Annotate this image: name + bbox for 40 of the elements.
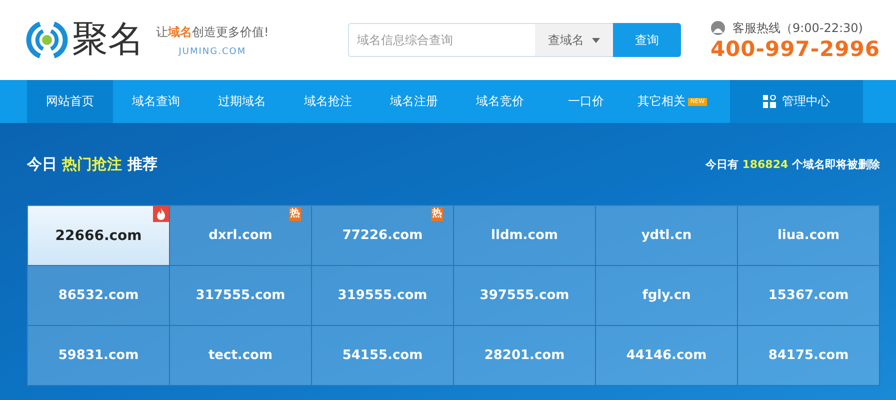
- domain-tile[interactable]: dxrl.com 热: [170, 206, 312, 266]
- slogan: 让域名创造更多价值!: [156, 24, 269, 40]
- domain-tile[interactable]: 86532.com: [28, 266, 170, 326]
- domain-tile[interactable]: 84175.com: [738, 326, 880, 386]
- domain-tile[interactable]: ydtl.cn: [596, 206, 738, 266]
- nav-tab[interactable]: 过期域名: [199, 80, 285, 123]
- type-dropdown[interactable]: 查域名: [535, 23, 613, 57]
- search-field[interactable]: 域名信息综合查询: [348, 23, 535, 57]
- domain-tile[interactable]: 397555.com: [454, 266, 596, 326]
- nav-tab[interactable]: 域名查询: [113, 80, 199, 123]
- domain-tile[interactable]: tect.com: [170, 326, 312, 386]
- manage-center-link[interactable]: 管理中心: [730, 80, 863, 123]
- nav-tab[interactable]: 域名竞价: [457, 80, 543, 123]
- nav-tab[interactable]: 域名抢注: [285, 80, 371, 123]
- deletion-count-text: 今日有 186824 个域名即将被删除: [705, 156, 880, 172]
- hot-tag: 热: [289, 207, 301, 221]
- domain-tile[interactable]: 317555.com: [170, 266, 312, 326]
- phone-number: 400-997-2996: [710, 36, 880, 60]
- domain-tile[interactable]: 22666.com: [28, 206, 170, 266]
- logo-icon: [26, 19, 68, 61]
- domain-tile[interactable]: 44146.com: [596, 326, 738, 386]
- nav-tab[interactable]: 域名注册: [371, 80, 457, 123]
- hot-tag: 热: [431, 207, 443, 221]
- domain-tile[interactable]: 28201.com: [454, 326, 596, 386]
- nav-tab[interactable]: 一口价: [543, 80, 629, 123]
- section-title: 今日 热门抢注 推荐: [27, 154, 158, 174]
- domain-tile[interactable]: 15367.com: [738, 266, 880, 326]
- search-button[interactable]: 查询: [613, 23, 681, 57]
- site-name: JUMING.COM: [178, 46, 246, 56]
- domain-tile[interactable]: 77226.com 热: [312, 206, 454, 266]
- domain-tile[interactable]: 54155.com: [312, 326, 454, 386]
- domain-tile[interactable]: liua.com: [738, 206, 880, 266]
- domain-tile[interactable]: lldm.com: [454, 206, 596, 266]
- nav-tab[interactable]: 网站首页: [27, 80, 113, 123]
- hotline-label: 客服热线（9:00-22:30): [732, 20, 863, 36]
- domain-tile[interactable]: fgly.cn: [596, 266, 738, 326]
- grid-icon: [763, 95, 776, 108]
- logo-text: 聚名: [72, 22, 144, 58]
- domain-tile[interactable]: 319555.com: [312, 266, 454, 326]
- domain-tile[interactable]: 59831.com: [28, 326, 170, 386]
